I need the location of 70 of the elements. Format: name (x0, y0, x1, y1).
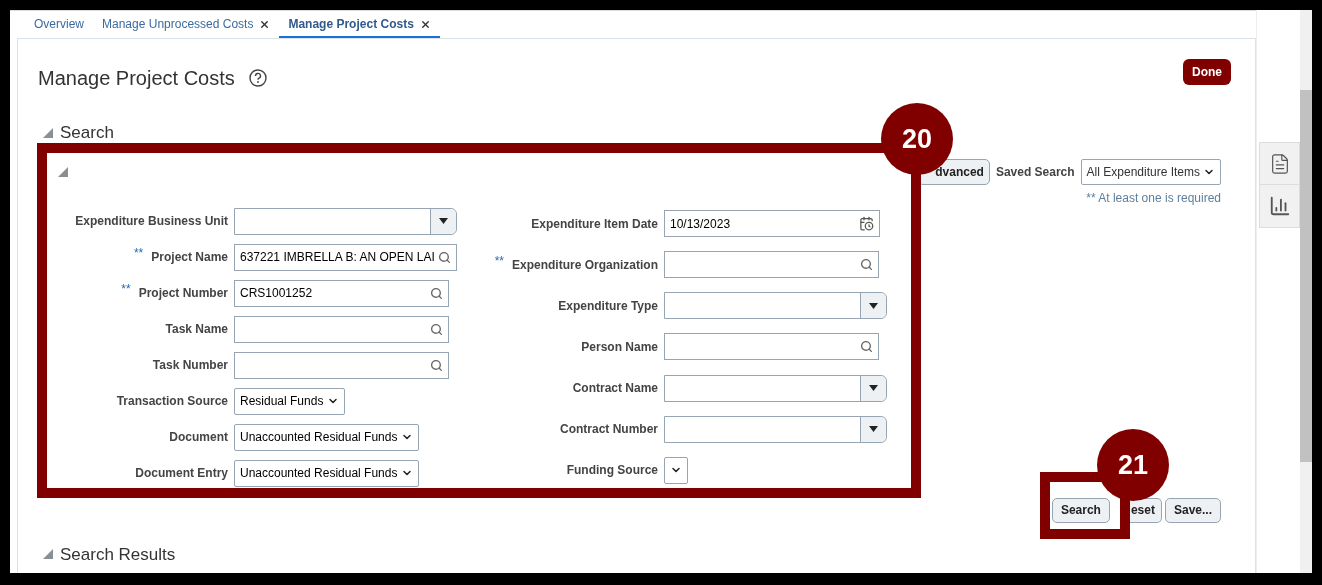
field-label: Expenditure Organization (512, 256, 658, 274)
lookup-field[interactable]: 637221 IMBRELLA B: AN OPEN LAI (234, 243, 457, 271)
scrollbar[interactable] (1300, 10, 1312, 573)
saved-search-label: Saved Search (995, 163, 1075, 181)
select-field[interactable]: Residual Funds (234, 387, 346, 415)
search-icon[interactable] (430, 322, 443, 336)
field-label: Project Number (138, 285, 228, 302)
field-label: Expenditure Type (558, 297, 658, 315)
collapse-icon[interactable] (58, 166, 68, 177)
section-title: Search (60, 122, 114, 144)
search-icon[interactable] (437, 250, 451, 264)
date-field[interactable]: 10/13/2023 (664, 210, 880, 238)
field-label: Contract Number (560, 421, 658, 439)
field-label: Document Entry (135, 465, 228, 482)
required-note: ** At least one is required (1086, 189, 1221, 207)
field-label: Contract Name (572, 380, 658, 398)
field-label: Transaction Source (116, 393, 228, 410)
field-label: Expenditure Business Unit (75, 213, 228, 230)
saved-search-select[interactable]: All Expenditure Items (1080, 158, 1221, 185)
dropdown-arrow-icon (869, 302, 878, 309)
field-value: Residual Funds (240, 393, 324, 410)
tab[interactable]: Manage Unprocessed Costs (93, 11, 280, 38)
select-field[interactable] (664, 456, 688, 484)
bar-chart-icon[interactable] (1268, 195, 1291, 217)
search-icon[interactable] (860, 258, 873, 272)
required-mark: ** (494, 252, 504, 270)
required-mark: ** (121, 281, 131, 298)
collapse-icon[interactable] (43, 549, 53, 560)
field-value: Unaccounted Residual Funds (240, 465, 398, 482)
required-mark: ** (133, 245, 144, 262)
calendar-icon[interactable] (859, 216, 874, 232)
field-label: Document (169, 429, 228, 446)
search-icon[interactable] (430, 358, 443, 372)
tab[interactable]: Manage Project Costs (279, 11, 440, 38)
search-icon[interactable] (860, 340, 873, 354)
field-value: Unaccounted Residual Funds (240, 429, 398, 446)
tab[interactable]: Overview (25, 11, 93, 38)
search-icon[interactable] (430, 286, 443, 300)
select-field[interactable]: Unaccounted Residual Funds (234, 459, 420, 487)
lookup-field[interactable] (234, 315, 449, 343)
lookup-field[interactable] (234, 351, 449, 379)
combo-field[interactable] (664, 292, 887, 320)
field-value: 10/13/2023 (670, 216, 731, 231)
action-button[interactable]: Search (1051, 497, 1110, 523)
page-title: Manage Project Costs (38, 66, 235, 91)
combo-field[interactable] (664, 374, 887, 402)
field-label: Person Name (581, 339, 658, 356)
combo-field[interactable] (234, 207, 457, 235)
lookup-field[interactable] (664, 333, 879, 361)
lookup-field[interactable]: CRS1001252 (234, 279, 449, 307)
close-icon[interactable] (259, 19, 271, 30)
field-value: 637221 IMBRELLA B: AN OPEN LAI (240, 249, 435, 266)
section-title: Search Results (60, 543, 176, 566)
collapse-icon[interactable] (43, 127, 53, 138)
field-label: Task Number (152, 357, 228, 374)
select-field[interactable]: Unaccounted Residual Funds (234, 423, 420, 451)
field-label: Task Name (165, 321, 228, 338)
done-button[interactable]: Done (1183, 58, 1231, 85)
dropdown-arrow-icon (869, 385, 878, 392)
lookup-field[interactable] (664, 251, 879, 279)
combo-field[interactable] (664, 415, 887, 443)
field-value: CRS1001252 (240, 285, 313, 302)
dropdown-arrow-icon (439, 218, 448, 224)
field-label: Funding Source (566, 462, 658, 480)
field-label: Project Name (151, 249, 228, 266)
field-label: Expenditure Item Date (531, 215, 658, 233)
close-icon[interactable] (419, 19, 431, 30)
dropdown-arrow-icon (869, 426, 878, 433)
help-icon[interactable] (248, 69, 267, 87)
action-button[interactable]: Save... (1164, 497, 1221, 523)
